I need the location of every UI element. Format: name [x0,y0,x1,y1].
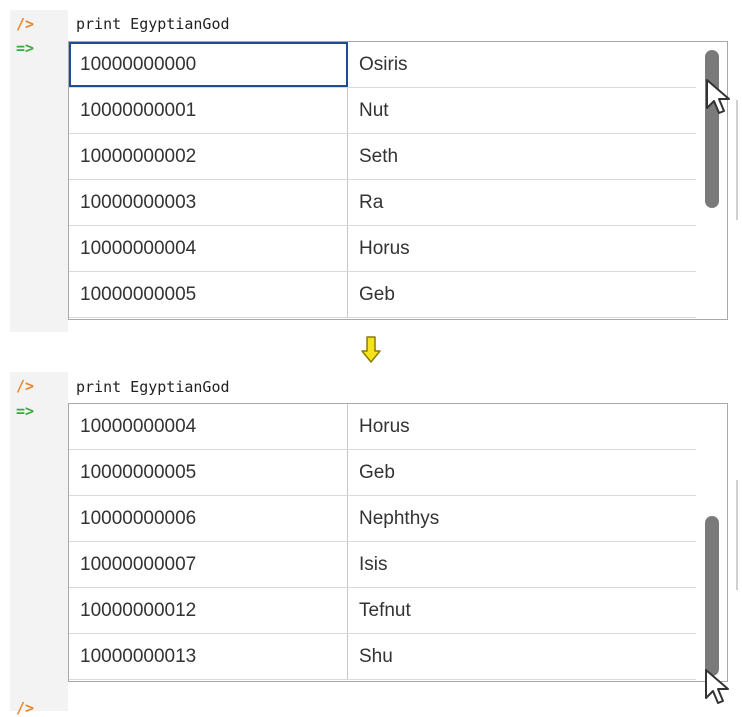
id-cell[interactable]: 10000000006 [69,496,348,541]
table-row[interactable]: 10000000001 Nut [69,88,696,134]
table-row[interactable]: 10000000004 Horus [69,404,696,450]
name-cell[interactable]: Shu [348,634,696,679]
name-cell[interactable]: Horus [348,404,696,449]
table-row[interactable]: 10000000000 Osiris [69,42,696,88]
input-prompt: /> [16,699,35,717]
scrollbar-thumb[interactable] [705,516,719,676]
table-row[interactable]: 10000000007 Isis [69,542,696,588]
vertical-scrollbar[interactable] [697,404,727,681]
id-cell[interactable]: 10000000002 [69,134,348,179]
command-text[interactable]: print EgyptianGod [76,15,230,33]
name-cell[interactable]: Seth [348,134,696,179]
name-cell[interactable]: Geb [348,450,696,495]
input-prompt: /> [16,377,35,395]
result-grid[interactable]: 10000000000 Osiris 10000000001 Nut 10000… [68,41,728,320]
output-prompt: => [16,402,35,420]
cell-gutter [10,372,68,711]
table-row[interactable]: 10000000005 Geb [69,450,696,496]
id-cell[interactable]: 10000000005 [69,450,348,495]
id-cell[interactable]: 10000000003 [69,180,348,225]
id-cell[interactable]: 10000000004 [69,226,348,271]
id-cell[interactable]: 10000000004 [69,404,348,449]
mouse-cursor-icon [705,669,729,704]
table-row[interactable]: 10000000002 Seth [69,134,696,180]
input-prompt: /> [16,15,35,33]
name-cell[interactable]: Isis [348,542,696,587]
scrollbar-thumb[interactable] [705,50,719,208]
name-cell[interactable]: Nephthys [348,496,696,541]
table-row[interactable]: 10000000003 Ra [69,180,696,226]
arrow-down-icon [361,336,381,363]
table-row[interactable]: 10000000004 Horus [69,226,696,272]
mouse-cursor-icon [706,79,730,114]
result-grid[interactable]: 10000000004 Horus 10000000005 Geb 100000… [68,403,728,682]
name-cell[interactable]: Geb [348,272,696,317]
table-row[interactable]: 10000000006 Nephthys [69,496,696,542]
name-cell[interactable]: Tefnut [348,588,696,633]
name-cell[interactable]: Ra [348,180,696,225]
divider [736,480,742,590]
id-cell[interactable]: 10000000012 [69,588,348,633]
cell-gutter [10,10,68,332]
id-cell[interactable]: 10000000007 [69,542,348,587]
id-cell[interactable]: 10000000001 [69,88,348,133]
divider [736,100,742,220]
command-text[interactable]: print EgyptianGod [76,378,230,396]
id-cell[interactable]: 10000000000 [69,42,348,87]
name-cell[interactable]: Horus [348,226,696,271]
id-cell[interactable]: 10000000005 [69,272,348,317]
id-cell[interactable]: 10000000013 [69,634,348,679]
output-prompt: => [16,39,35,57]
table-row[interactable]: 10000000012 Tefnut [69,588,696,634]
name-cell[interactable]: Osiris [348,42,696,87]
table-row[interactable]: 10000000013 Shu [69,634,696,680]
name-cell[interactable]: Nut [348,88,696,133]
table-row[interactable]: 10000000005 Geb [69,272,696,318]
